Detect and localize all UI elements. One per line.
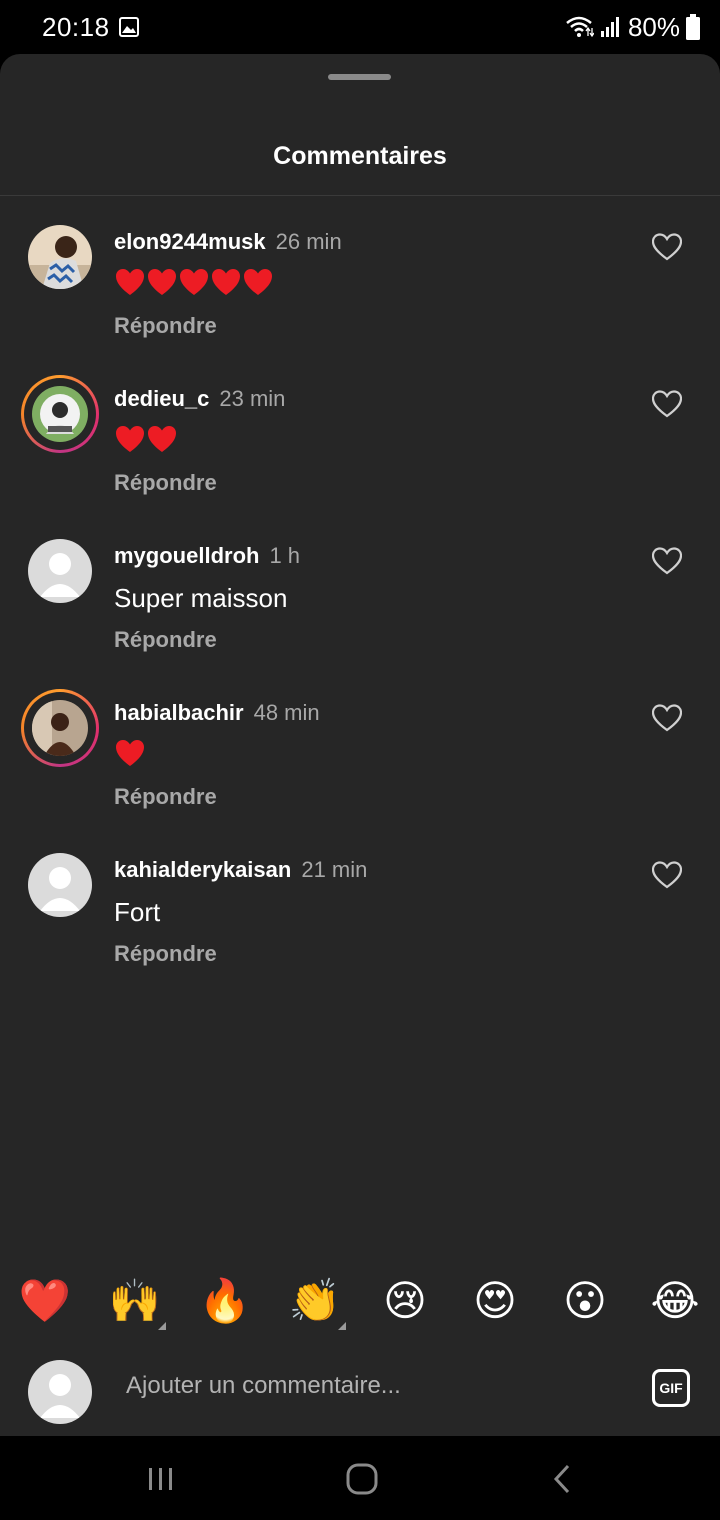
reply-button[interactable]: Répondre bbox=[114, 313, 217, 339]
back-icon[interactable] bbox=[544, 1462, 584, 1496]
reply-button[interactable]: Répondre bbox=[114, 784, 217, 810]
surprised-face-emoji-icon[interactable]: 😮 bbox=[558, 1274, 612, 1328]
drag-handle[interactable] bbox=[328, 74, 391, 80]
home-icon[interactable] bbox=[342, 1462, 382, 1496]
navigation-bar bbox=[0, 1436, 720, 1520]
variants-indicator bbox=[158, 1322, 166, 1330]
clapping-hands-emoji-icon[interactable]: 👏 bbox=[288, 1274, 342, 1328]
wifi-icon bbox=[566, 16, 594, 38]
gif-button[interactable]: GIF bbox=[652, 1369, 690, 1407]
red-heart-emoji-icon bbox=[180, 269, 208, 295]
user-avatar[interactable] bbox=[28, 853, 92, 917]
comment-item: kahialderykaisan 21 min Fort Répondre bbox=[0, 853, 720, 1003]
red-heart-emoji-icon bbox=[116, 269, 144, 295]
comment-username[interactable]: mygouelldroh bbox=[114, 543, 259, 568]
variants-indicator bbox=[338, 1322, 346, 1330]
red-heart-emoji-icon bbox=[148, 269, 176, 295]
divider bbox=[0, 195, 720, 196]
heart-outline-icon[interactable] bbox=[652, 861, 682, 889]
tears-of-joy-emoji-icon[interactable]: 😂 bbox=[648, 1274, 702, 1328]
own-avatar bbox=[28, 1360, 92, 1424]
heart-outline-icon[interactable] bbox=[652, 233, 682, 261]
signal-icon bbox=[600, 17, 619, 37]
comment-time: 23 min bbox=[219, 386, 286, 411]
gallery-icon bbox=[119, 17, 139, 37]
comment-text: Fort bbox=[114, 897, 161, 927]
comments-sheet: Commentaires elon9244musk 26 min Répondre bbox=[0, 54, 720, 1436]
fire-emoji-icon[interactable]: 🔥 bbox=[198, 1274, 252, 1328]
comment-item: mygouelldroh 1 h Super maisson Répondre bbox=[0, 539, 720, 689]
comment-emoji-hearts bbox=[114, 267, 274, 301]
comment-emoji-hearts bbox=[114, 738, 146, 772]
recent-apps-icon[interactable] bbox=[141, 1462, 181, 1496]
user-avatar[interactable] bbox=[28, 225, 92, 289]
status-time: 20:18 bbox=[42, 12, 110, 42]
red-heart-emoji-icon bbox=[116, 740, 144, 766]
comment-item: elon9244musk 26 min Répondre bbox=[0, 225, 720, 375]
comment-time: 1 h bbox=[269, 543, 301, 568]
red-heart-emoji-icon bbox=[212, 269, 240, 295]
crying-face-emoji-icon[interactable]: 😢 bbox=[378, 1274, 432, 1328]
reply-button[interactable]: Répondre bbox=[114, 470, 217, 496]
comment-text: Super maisson bbox=[114, 583, 288, 613]
battery-icon bbox=[686, 14, 700, 40]
red-heart-emoji-icon bbox=[148, 426, 176, 452]
user-avatar[interactable] bbox=[21, 375, 99, 453]
status-bar: 20:18 80% bbox=[0, 0, 720, 56]
status-icons: 80% bbox=[564, 12, 700, 42]
battery-level: 80% bbox=[627, 11, 680, 42]
quick-reactions-bar: ❤️ 🙌 🔥 👏 😢 😍 😮 😂 bbox=[0, 1274, 720, 1338]
comment-emoji-hearts bbox=[114, 424, 178, 458]
red-heart-emoji-icon bbox=[244, 269, 272, 295]
comment-username[interactable]: kahialderykaisan bbox=[114, 857, 291, 882]
user-avatar[interactable] bbox=[28, 539, 92, 603]
reply-button[interactable]: Répondre bbox=[114, 941, 217, 967]
raising-hands-emoji-icon[interactable]: 🙌 bbox=[108, 1274, 162, 1328]
comment-item: habialbachir 48 min Répondre bbox=[0, 689, 720, 846]
heart-outline-icon[interactable] bbox=[652, 390, 682, 418]
user-avatar[interactable] bbox=[21, 689, 99, 767]
comment-item: dedieu_c 23 min Répondre bbox=[0, 375, 720, 532]
heart-eyes-emoji-icon[interactable]: 😍 bbox=[468, 1274, 522, 1328]
reply-button[interactable]: Répondre bbox=[114, 627, 217, 653]
comment-username[interactable]: dedieu_c bbox=[114, 386, 209, 411]
comment-time: 26 min bbox=[275, 229, 342, 254]
red-heart-emoji-icon[interactable]: ❤️ bbox=[18, 1274, 72, 1328]
heart-outline-icon[interactable] bbox=[652, 704, 682, 732]
red-heart-emoji-icon bbox=[116, 426, 144, 452]
comment-time: 48 min bbox=[253, 700, 320, 725]
comment-username[interactable]: elon9244musk bbox=[114, 229, 266, 254]
comment-username[interactable]: habialbachir bbox=[114, 700, 244, 725]
sheet-title: Commentaires bbox=[273, 142, 447, 170]
comment-input-bar: Ajouter un commentaire... GIF bbox=[0, 1350, 720, 1436]
comment-time: 21 min bbox=[301, 857, 368, 882]
heart-outline-icon[interactable] bbox=[652, 547, 682, 575]
comment-input[interactable]: Ajouter un commentaire... bbox=[126, 1372, 401, 1400]
